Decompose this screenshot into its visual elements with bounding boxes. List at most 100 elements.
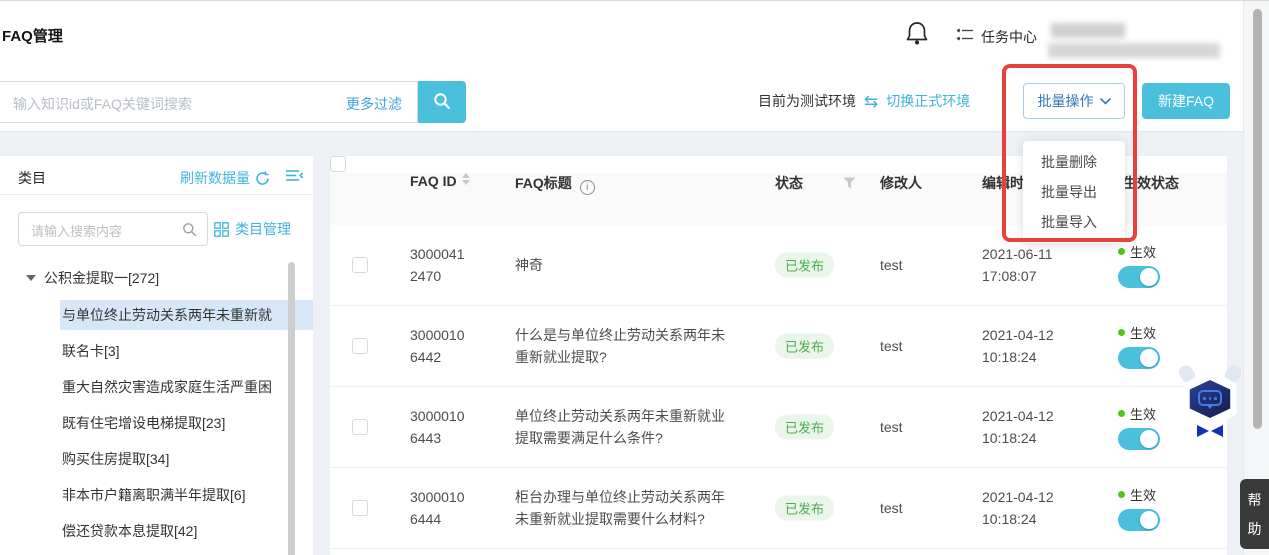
- faq-id-cell: 3000010 6443: [410, 405, 485, 449]
- toggle-knob: [1140, 430, 1158, 448]
- effective-label: 生效: [1130, 323, 1156, 342]
- filter-funnel-icon[interactable]: [843, 176, 856, 194]
- category-sidebar: 类目 刷新数据量 请输入搜索内容: [0, 156, 313, 555]
- column-header-faq-id[interactable]: FAQ ID: [410, 173, 470, 189]
- toggle-knob: [1140, 511, 1158, 529]
- row-checkbox[interactable]: [352, 500, 368, 516]
- column-header-status: 状态: [775, 173, 803, 193]
- column-header-modifier: 修改人: [880, 173, 922, 193]
- status-cell: 已发布: [775, 415, 834, 440]
- page-scrollbar-thumb[interactable]: [1253, 9, 1262, 429]
- faq-id-cell: 3000010 6442: [410, 324, 485, 368]
- robot-bowtie-icon: [1197, 425, 1223, 437]
- task-center-button[interactable]: 任务中心: [956, 27, 1037, 47]
- status-cell: 已发布: [775, 334, 834, 359]
- search-button[interactable]: [418, 81, 466, 123]
- tree-root-category[interactable]: 公积金提取一[272]: [26, 268, 159, 288]
- effective-status-cell: 生效: [1118, 485, 1160, 531]
- sort-icon[interactable]: [462, 173, 470, 185]
- tree-item[interactable]: 偿还贷款本息提取[42]: [0, 516, 313, 546]
- table-row: 3000010 6442 什么是与单位终止劳动关系两年未重新就业提取? 已发布 …: [330, 306, 1227, 387]
- effective-toggle[interactable]: [1118, 509, 1160, 531]
- batch-menu-item[interactable]: 批量导入: [1023, 207, 1125, 237]
- user-info-redacted-line2: [1048, 43, 1220, 58]
- column-header-title: FAQ标题i: [515, 173, 595, 195]
- edit-time-cell: 2021-04-12 10:18:24: [982, 405, 1054, 449]
- faq-title-cell: 单位终止劳动关系两年未重新就业提取需要满足什么条件?: [515, 405, 735, 449]
- batch-operations-menu: 批量删除批量导出批量导入: [1023, 141, 1125, 243]
- status-badge: 已发布: [775, 334, 834, 359]
- tree-item[interactable]: 非本市户籍离职满半年提取[6]: [0, 480, 313, 510]
- grid-icon: [214, 222, 229, 237]
- tree-item[interactable]: 既有住宅增设电梯提取[23]: [0, 408, 313, 438]
- notification-bell-icon[interactable]: [905, 21, 929, 52]
- batch-menu-item[interactable]: 批量删除: [1023, 147, 1125, 177]
- toggle-knob: [1140, 349, 1158, 367]
- category-search-placeholder: 请输入搜索内容: [31, 221, 122, 240]
- status-cell: 已发布: [775, 496, 834, 521]
- tree-item[interactable]: 重大自然灾害造成家庭生活严重困: [0, 372, 313, 402]
- batch-operations-button[interactable]: 批量操作: [1023, 83, 1125, 119]
- table-body: 3000041 2470 神奇 已发布 test 2021-06-11 17:0…: [330, 225, 1227, 549]
- batch-menu-item[interactable]: 批量导出: [1023, 177, 1125, 207]
- task-center-label: 任务中心: [981, 27, 1037, 47]
- faq-id-cell: 3000010 6444: [410, 486, 485, 530]
- effective-toggle[interactable]: [1118, 347, 1160, 369]
- effective-toggle[interactable]: [1118, 266, 1160, 288]
- effective-status-cell: 生效: [1118, 404, 1160, 450]
- effective-label: 生效: [1130, 404, 1156, 423]
- row-checkbox[interactable]: [352, 419, 368, 435]
- more-filters-link[interactable]: 更多过滤: [346, 94, 402, 114]
- edit-time-cell: 2021-04-12 10:18:24: [982, 486, 1054, 530]
- column-header-effective: 生效状态: [1123, 173, 1179, 193]
- help-button[interactable]: 帮助: [1240, 479, 1269, 549]
- sidebar-divider: [0, 194, 313, 195]
- tree-expand-caret-icon[interactable]: [26, 275, 36, 281]
- tree-item[interactable]: 购买住房提取[34]: [0, 444, 313, 474]
- refresh-data-count-label: 刷新数据量: [180, 168, 250, 188]
- collapse-panel-icon[interactable]: [286, 169, 303, 187]
- top-header: FAQ管理 任务中心 输入知识id或FAQ关键词搜索 更多过: [0, 1, 1269, 132]
- effective-toggle[interactable]: [1118, 428, 1160, 450]
- modifier-cell: test: [880, 419, 903, 435]
- tree-item[interactable]: 联名卡[3]: [0, 336, 313, 366]
- faq-title-cell: 神奇: [515, 254, 735, 276]
- info-icon[interactable]: i: [580, 180, 595, 195]
- switch-env-link[interactable]: 切换正式环境: [886, 91, 970, 111]
- status-badge: 已发布: [775, 253, 834, 278]
- toggle-knob: [1140, 268, 1158, 286]
- category-manage-button[interactable]: 类目管理: [214, 219, 291, 239]
- modifier-cell: test: [880, 500, 903, 516]
- chat-bubble-icon: [1198, 390, 1222, 406]
- page-title: FAQ管理: [2, 25, 63, 46]
- row-checkbox[interactable]: [352, 257, 368, 273]
- edit-time-cell: 2021-06-11 17:08:07: [982, 243, 1053, 287]
- user-info-redacted-line1: [1051, 23, 1125, 38]
- faq-title-cell: 柜台办理与单位终止劳动关系两年未重新就业提取需要什么材料?: [515, 486, 735, 530]
- swap-env-icon: ⇆: [864, 93, 878, 110]
- page-scrollbar-track[interactable]: [1243, 1, 1269, 555]
- status-badge: 已发布: [775, 496, 834, 521]
- effective-status-cell: 生效: [1118, 323, 1160, 369]
- faq-search-input[interactable]: 输入知识id或FAQ关键词搜索 更多过滤: [0, 81, 418, 123]
- sidebar-scrollbar[interactable]: [288, 262, 295, 555]
- edit-time-cell: 2021-04-12 10:18:24: [982, 324, 1054, 368]
- effective-status-cell: 生效: [1118, 242, 1160, 288]
- search-icon: [182, 222, 197, 242]
- effective-dot-icon: [1118, 329, 1125, 336]
- tree-item[interactable]: 与单位终止劳动关系两年未重新就: [60, 300, 313, 330]
- effective-dot-icon: [1118, 491, 1125, 498]
- new-faq-button[interactable]: 新建FAQ: [1142, 83, 1230, 119]
- task-list-icon: [956, 28, 974, 46]
- status-cell: 已发布: [775, 253, 834, 278]
- faq-id-cell: 3000041 2470: [410, 243, 485, 287]
- select-all-checkbox[interactable]: [330, 156, 346, 172]
- assistant-robot-button[interactable]: [1176, 361, 1244, 439]
- effective-dot-icon: [1118, 248, 1125, 255]
- row-checkbox[interactable]: [352, 338, 368, 354]
- faq-title-cell: 什么是与单位终止劳动关系两年未重新就业提取?: [515, 324, 735, 368]
- environment-indicator: 目前为测试环境 ⇆ 切换正式环境: [758, 91, 970, 111]
- refresh-data-count-button[interactable]: 刷新数据量: [180, 168, 270, 188]
- modifier-cell: test: [880, 257, 903, 273]
- category-search-input[interactable]: 请输入搜索内容: [18, 212, 208, 246]
